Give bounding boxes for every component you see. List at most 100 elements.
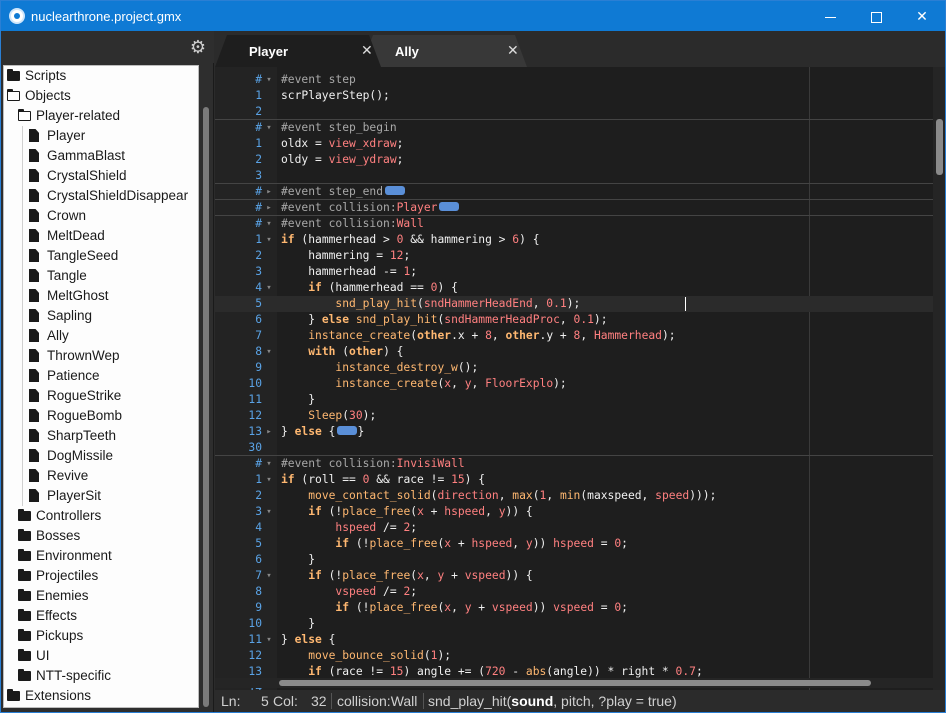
code-line[interactable]: 6 } (215, 552, 933, 568)
tree-folder-ui[interactable]: UI (18, 646, 50, 666)
fold-toggle-icon[interactable]: ▾ (264, 72, 274, 88)
tree-folder-extensions[interactable]: Extensions (7, 686, 91, 706)
tree-item-meltdead[interactable]: MeltDead (29, 226, 105, 246)
code-line[interactable]: 5 if (!place_free(x + hspeed, y)) hspeed… (215, 536, 933, 552)
code-line[interactable]: # ▾ #event collision:Wall (215, 216, 933, 232)
minimize-button[interactable] (807, 1, 853, 31)
close-tab-icon[interactable]: ✕ (361, 42, 373, 59)
fold-toggle-icon[interactable]: ▾ (264, 568, 274, 584)
code-line[interactable]: 1 ▾ if (hammerhead > 0 && hammering > 6) { (215, 232, 933, 248)
code-line[interactable]: 9 if (!place_free(x, y + vspeed)) vspeed… (215, 600, 933, 616)
code-line[interactable]: 12 Sleep(30); (215, 408, 933, 424)
tree-item-gammablast[interactable]: GammaBlast (29, 146, 125, 166)
code-line[interactable]: # ▾ #event collision:InvisiWall (215, 456, 933, 472)
gear-icon[interactable]: ⚙ (189, 38, 207, 56)
fold-toggle-icon[interactable]: ▸ (264, 184, 274, 200)
code-line[interactable]: 8 ▾ with (other) { (215, 344, 933, 360)
fold-toggle-icon[interactable]: ▾ (264, 504, 274, 520)
tree-item-dogmissile[interactable]: DogMissile (29, 446, 113, 466)
tree-item-revive[interactable]: Revive (29, 466, 88, 486)
code-line[interactable]: # ▸ #event collision:Player (215, 200, 933, 216)
fold-toggle-icon[interactable]: ▾ (264, 120, 274, 136)
fold-toggle-icon[interactable]: ▾ (264, 456, 274, 472)
code-line[interactable]: 10 instance_create(x, y, FloorExplo); (215, 376, 933, 392)
code-line[interactable]: 4 hspeed /= 2; (215, 520, 933, 536)
close-window-button[interactable]: ✕ (899, 1, 945, 31)
horizontal-scrollbar-thumb[interactable] (279, 680, 871, 686)
tree-folder-controllers[interactable]: Controllers (18, 506, 101, 526)
code-line[interactable]: 3 hammerhead -= 1; (215, 264, 933, 280)
editor-horizontal-scrollbar[interactable] (215, 678, 933, 688)
code-line[interactable]: 7 instance_create(other.x + 8, other.y +… (215, 328, 933, 344)
tree-scrollbar-thumb[interactable] (203, 107, 209, 707)
fold-toggle-icon[interactable]: ▾ (264, 216, 274, 232)
tree-item-crown[interactable]: Crown (29, 206, 86, 226)
code-line[interactable]: 2 (215, 104, 933, 120)
tree-folder-bosses[interactable]: Bosses (18, 526, 80, 546)
tree-item-crystalshielddisappear[interactable]: CrystalShieldDisappear (29, 186, 188, 206)
tree-item-meltghost[interactable]: MeltGhost (29, 286, 109, 306)
fold-toggle-icon[interactable]: ▸ (264, 200, 274, 216)
current-code-line[interactable]: 5 snd_play_hit(sndHammerHeadEnd, 0.1); (215, 296, 933, 312)
code-line[interactable]: 3 (215, 168, 933, 184)
fold-toggle-icon[interactable]: ▾ (264, 232, 274, 248)
tree-folder-ntt-specific[interactable]: NTT-specific (18, 666, 111, 686)
code-text: move_bounce_solid(1); (308, 649, 452, 662)
fold-toggle-icon[interactable]: ▾ (264, 280, 274, 296)
tree-item-sapling[interactable]: Sapling (29, 306, 92, 326)
fold-toggle-icon[interactable]: ▸ (264, 424, 274, 440)
code-line[interactable]: 3 ▾ if (!place_free(x + hspeed, y)) { (215, 504, 933, 520)
fold-toggle-icon[interactable]: ▾ (264, 344, 274, 360)
tab-ally[interactable]: Ally ✕ (361, 35, 527, 67)
code-line[interactable]: 1 ▾ if (roll == 0 && race != 15) { (215, 472, 933, 488)
tree-item-thrownwep[interactable]: ThrownWep (29, 346, 120, 366)
tree-item-player[interactable]: Player (29, 126, 85, 146)
fold-toggle-icon[interactable]: ▾ (264, 472, 274, 488)
code-editor[interactable]: # ▾ #event step 1 scrPlayerStep(); 2 # ▾ #event … (215, 67, 945, 692)
tree-folder-pickups[interactable]: Pickups (18, 626, 83, 646)
code-line[interactable]: 11 ▾} else { (215, 632, 933, 648)
fold-toggle-icon[interactable]: ▾ (264, 632, 274, 648)
code-line[interactable]: 6 } else snd_play_hit(sndHammerHeadProc,… (215, 312, 933, 328)
code-line[interactable]: 13 ▸} else {} (215, 424, 933, 440)
vertical-scrollbar-thumb[interactable] (936, 119, 943, 175)
code-line[interactable]: 11 } (215, 392, 933, 408)
tree-item-crystalshield[interactable]: CrystalShield (29, 166, 127, 186)
tree-scrollbar[interactable] (200, 65, 212, 708)
editor-vertical-scrollbar[interactable] (933, 67, 945, 692)
tree-folder-enemies[interactable]: Enemies (18, 586, 89, 606)
tree-item-tangleseed[interactable]: TangleSeed (29, 246, 118, 266)
code-line[interactable]: 1 oldx = view_xdraw; (215, 136, 933, 152)
code-line[interactable]: 10 } (215, 616, 933, 632)
tree-item-roguestrike[interactable]: RogueStrike (29, 386, 121, 406)
code-line[interactable]: 2 oldy = view_ydraw; (215, 152, 933, 168)
code-line[interactable]: 8 vspeed /= 2; (215, 584, 933, 600)
tree-item-sharpteeth[interactable]: SharpTeeth (29, 426, 116, 446)
tree-folder-player-related[interactable]: Player-related (17, 106, 120, 126)
tree-item-patience[interactable]: Patience (29, 366, 100, 386)
tree-item-playersit[interactable]: PlayerSit (29, 486, 101, 506)
code-line[interactable]: 1 scrPlayerStep(); (215, 88, 933, 104)
code-line[interactable]: # ▾ #event step_begin (215, 120, 933, 136)
code-line[interactable]: # ▾ #event step (215, 72, 933, 88)
code-line[interactable]: 4 ▾ if (hammerhead == 0) { (215, 280, 933, 296)
tab-player[interactable]: Player ✕ (215, 35, 381, 67)
maximize-button[interactable] (853, 1, 899, 31)
code-line[interactable]: 9 instance_destroy_w(); (215, 360, 933, 376)
code-line[interactable]: # ▸ #event step_end (215, 184, 933, 200)
code-text: oldy = view_ydraw; (281, 153, 404, 166)
tree-folder-scripts[interactable]: Scripts (7, 66, 66, 86)
tree-folder-environment[interactable]: Environment (18, 546, 112, 566)
tree-item-tangle[interactable]: Tangle (29, 266, 87, 286)
tree-folder-projectiles[interactable]: Projectiles (18, 566, 98, 586)
code-line[interactable]: 2 move_contact_solid(direction, max(1, m… (215, 488, 933, 504)
code-line[interactable]: 12 move_bounce_solid(1); (215, 648, 933, 664)
tree-item-roguebomb[interactable]: RogueBomb (29, 406, 122, 426)
tree-folder-effects[interactable]: Effects (18, 606, 77, 626)
tree-folder-objects[interactable]: Objects (6, 86, 71, 106)
code-line[interactable]: 2 hammering = 12; (215, 248, 933, 264)
code-line[interactable]: 7 ▾ if (!place_free(x, y + vspeed)) { (215, 568, 933, 584)
close-tab-icon[interactable]: ✕ (507, 42, 519, 59)
tree-item-ally[interactable]: Ally (29, 326, 69, 346)
code-line[interactable]: 30 (215, 440, 933, 456)
